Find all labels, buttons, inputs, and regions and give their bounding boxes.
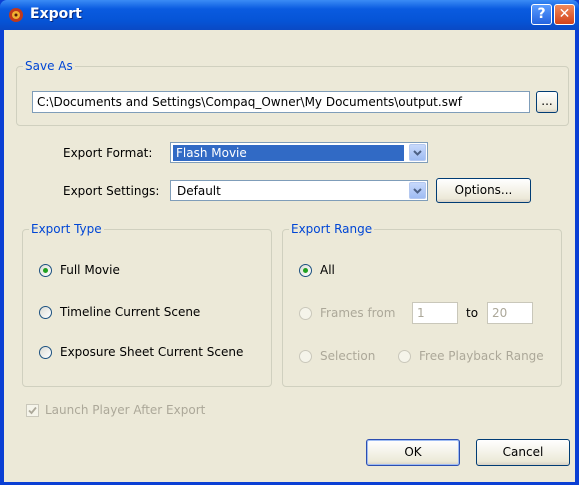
all-label[interactable]: All — [320, 263, 335, 277]
radio-free-playback-range[interactable] — [398, 350, 411, 363]
launch-player-label: Launch Player After Export — [45, 403, 206, 417]
export-range-legend: Export Range — [289, 222, 375, 236]
chevron-down-icon[interactable] — [409, 182, 426, 199]
radio-dot — [303, 268, 308, 273]
exposure-sheet-current-scene-label[interactable]: Exposure Sheet Current Scene — [60, 345, 243, 359]
frames-from-input[interactable]: 1 — [412, 302, 458, 324]
export-format-label: Export Format: — [63, 146, 153, 160]
full-movie-label[interactable]: Full Movie — [60, 263, 120, 277]
ok-button[interactable]: OK — [366, 439, 460, 466]
export-type-legend: Export Type — [29, 222, 104, 236]
title-bar[interactable]: Export ? ✕ — [0, 0, 579, 30]
options-button[interactable]: Options... — [436, 178, 531, 203]
save-as-legend: Save As — [23, 59, 75, 73]
window-title: Export — [30, 6, 82, 22]
frames-from-label: Frames from — [320, 306, 396, 320]
cancel-button[interactable]: Cancel — [476, 439, 570, 466]
save-path-input[interactable]: C:\Documents and Settings\Compaq_Owner\M… — [32, 91, 530, 113]
radio-timeline-current-scene[interactable] — [39, 306, 52, 319]
app-icon — [9, 8, 23, 22]
frames-to-input[interactable]: 20 — [487, 302, 533, 324]
export-format-select[interactable]: Flash Movie — [170, 142, 428, 163]
to-label: to — [466, 306, 479, 320]
export-dialog: Export ? ✕ Save As C:\Documents and Sett… — [0, 0, 579, 485]
check-icon — [28, 406, 37, 415]
radio-frames-from[interactable] — [299, 307, 312, 320]
radio-selection[interactable] — [299, 350, 312, 363]
help-button[interactable]: ? — [531, 4, 552, 25]
close-button[interactable]: ✕ — [554, 4, 575, 25]
export-settings-select[interactable]: Default — [170, 180, 428, 201]
export-settings-label: Export Settings: — [63, 184, 160, 198]
chevron-down-icon[interactable] — [409, 144, 426, 161]
export-format-value: Flash Movie — [173, 145, 404, 161]
radio-exposure-sheet-current-scene[interactable] — [39, 346, 52, 359]
radio-full-movie[interactable] — [39, 264, 52, 277]
launch-player-checkbox[interactable] — [26, 404, 39, 417]
timeline-current-scene-label[interactable]: Timeline Current Scene — [60, 305, 200, 319]
radio-dot — [43, 268, 48, 273]
dialog-body: Save As C:\Documents and Settings\Compaq… — [4, 30, 575, 482]
browse-button[interactable]: ... — [536, 91, 558, 113]
selection-label: Selection — [320, 349, 376, 363]
export-settings-value: Default — [177, 184, 221, 198]
free-playback-range-label: Free Playback Range — [419, 349, 544, 363]
radio-all[interactable] — [299, 264, 312, 277]
